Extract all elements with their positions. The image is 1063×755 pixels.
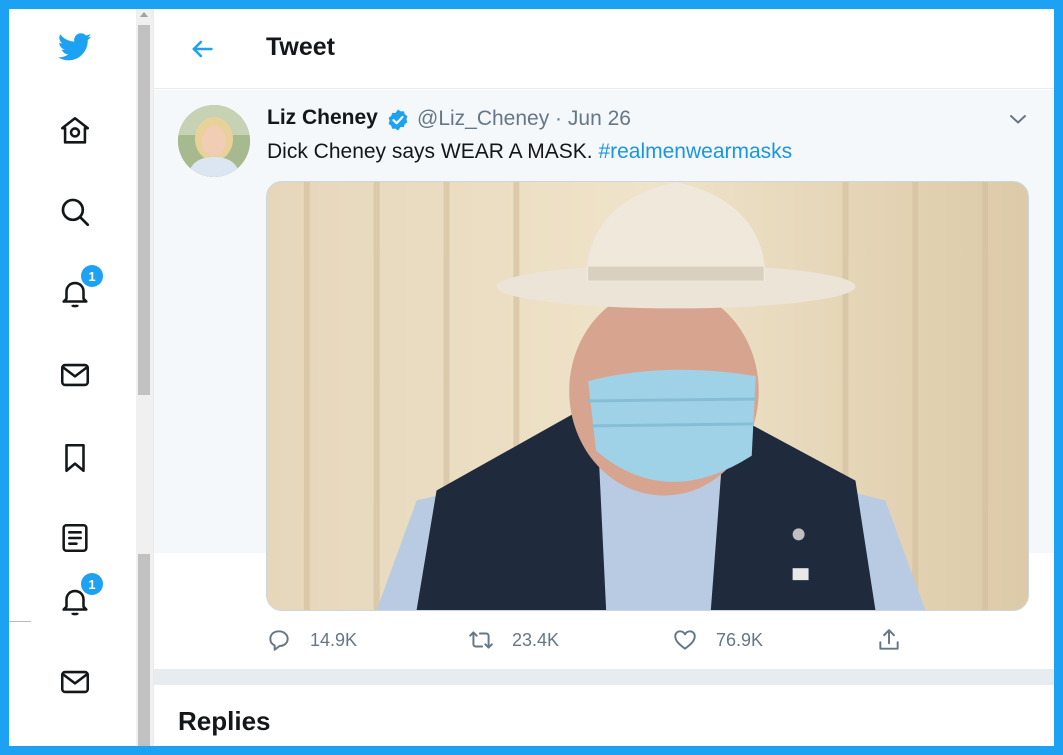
- notification-badge: 1: [81, 573, 103, 595]
- verified-badge-icon: [388, 109, 408, 131]
- scroll-up-arrow-icon[interactable]: [140, 12, 148, 17]
- section-divider: [154, 669, 1054, 685]
- heart-icon: [674, 630, 696, 650]
- reply-icon: [269, 630, 289, 651]
- author-handle-date[interactable]: @Liz_Cheney · Jun 26: [417, 107, 631, 131]
- tweet-actions: 14.9K 23.4K 76.9K: [266, 627, 1026, 659]
- scroll-thumb-lower[interactable]: [138, 554, 150, 746]
- scroll-thumb[interactable]: [138, 25, 150, 395]
- twitter-logo-icon[interactable]: [55, 27, 95, 67]
- share-icon: [879, 629, 899, 650]
- reply-button[interactable]: 14.9K: [266, 627, 357, 653]
- like-count: 76.9K: [716, 629, 764, 650]
- hashtag-link[interactable]: #realmenwearmasks: [598, 140, 792, 163]
- notification-badge: 1: [81, 265, 103, 287]
- back-button[interactable]: [184, 31, 220, 67]
- bookmark-icon[interactable]: [55, 438, 95, 478]
- author-name[interactable]: Liz Cheney: [267, 106, 378, 130]
- back-arrow-icon: [192, 40, 213, 58]
- share-button[interactable]: [876, 627, 902, 653]
- reply-count: 14.9K: [310, 629, 358, 650]
- mail-icon-duplicate[interactable]: [55, 662, 95, 702]
- home-icon[interactable]: [55, 111, 95, 151]
- twitter-window: 1 1 Tweet Liz Cheney @Liz_Cheney · Jun 2…: [9, 9, 1054, 746]
- page-header: Tweet: [154, 9, 1054, 89]
- list-icon[interactable]: [55, 518, 95, 558]
- main-column: Tweet Liz Cheney @Liz_Cheney · Jun 26 Di…: [153, 9, 1054, 746]
- chevron-down-icon[interactable]: [1006, 107, 1030, 131]
- tweet-photo[interactable]: [266, 181, 1029, 611]
- notifications-icon-duplicate[interactable]: 1: [55, 573, 103, 621]
- search-icon[interactable]: [55, 192, 95, 232]
- notifications-icon[interactable]: 1: [55, 265, 103, 313]
- divider: [9, 621, 31, 622]
- retweet-button[interactable]: 23.4K: [468, 627, 559, 653]
- avatar[interactable]: [178, 105, 250, 177]
- tweet-text-body: Dick Cheney says WEAR A MASK.: [267, 140, 599, 163]
- like-button[interactable]: 76.9K: [672, 627, 763, 653]
- replies-heading: Replies: [178, 706, 271, 736]
- sidebar-nav: 1 1: [9, 9, 136, 746]
- sidebar-scrollbar[interactable]: [136, 9, 153, 746]
- retweet-count: 23.4K: [512, 629, 560, 650]
- tweet-text: Dick Cheney says WEAR A MASK. #realmenwe…: [267, 140, 792, 164]
- page-title: Tweet: [266, 33, 335, 61]
- retweet-icon: [469, 631, 493, 649]
- mail-icon[interactable]: [55, 355, 95, 395]
